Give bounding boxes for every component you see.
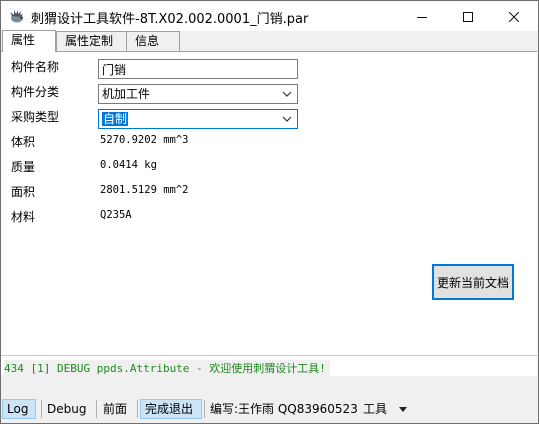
author-info: 编写:王作雨 QQ83960523 xyxy=(210,402,358,416)
purchase-type-value: 自制 xyxy=(102,112,129,126)
component-category-value: 机加工件 xyxy=(102,87,151,101)
tools-menu-label: 工具 xyxy=(363,402,388,416)
status-separator xyxy=(204,400,205,418)
status-bar: Log Debug 前面 完成退出 编写:王作雨 QQ83960523 工具 xyxy=(1,397,537,421)
log-button[interactable]: Log xyxy=(2,399,36,419)
maximize-button[interactable] xyxy=(445,2,491,31)
component-name-label: 构件名称 xyxy=(11,60,60,74)
purchase-type-select[interactable]: 自制 xyxy=(98,109,298,129)
log-output: 434 [1] DEBUG ppds.Attribute - 欢迎使用刺猬设计工… xyxy=(1,355,537,378)
chevron-down-icon[interactable] xyxy=(281,88,293,100)
purchase-type-label: 采购类型 xyxy=(11,110,60,124)
area-value: 2801.5129 mm^2 xyxy=(100,184,189,196)
area-label: 面积 xyxy=(11,185,36,199)
log-horizontal-scrollbar[interactable] xyxy=(1,376,537,396)
title-bar[interactable]: 刺猬设计工具软件-8T.X02.002.0001_门销.par xyxy=(1,1,538,31)
window-title: 刺猬设计工具软件-8T.X02.002.0001_门销.par xyxy=(31,12,309,27)
mass-label: 质量 xyxy=(11,160,36,174)
maximize-icon xyxy=(463,11,473,22)
close-icon xyxy=(509,11,519,22)
debug-button[interactable]: Debug xyxy=(43,399,90,419)
minimize-button[interactable] xyxy=(399,2,445,31)
mass-value: 0.0414 kg xyxy=(100,159,157,171)
volume-value: 5270.9202 mm^3 xyxy=(100,134,189,146)
close-button[interactable] xyxy=(491,2,537,31)
component-name-input[interactable] xyxy=(99,60,298,78)
property-panel: 构件名称 构件分类 机加工件 采购类型 自制 体积 5270.9202 mm^3… xyxy=(1,52,537,355)
material-label: 材料 xyxy=(11,210,36,224)
update-document-button[interactable]: 更新当前文档 xyxy=(432,264,514,300)
dropdown-arrow-icon xyxy=(398,406,407,412)
front-button[interactable]: 前面 xyxy=(99,399,131,419)
tools-menu[interactable]: 工具 xyxy=(359,399,411,419)
tab-attribute-custom[interactable]: 属性定制 xyxy=(56,31,136,51)
hedgehog-app-icon xyxy=(9,9,24,24)
tab-attributes[interactable]: 属性 xyxy=(2,30,56,52)
material-value: Q235A xyxy=(100,209,132,221)
tab-info[interactable]: 信息 xyxy=(126,31,180,51)
component-category-label: 构件分类 xyxy=(11,85,60,99)
status-separator xyxy=(137,400,138,418)
chevron-down-icon[interactable] xyxy=(281,113,293,125)
minimize-icon xyxy=(417,16,427,18)
finish-exit-button[interactable]: 完成退出 xyxy=(140,399,202,419)
tab-strip: 属性 属性定制 信息 xyxy=(2,30,538,52)
component-name-field[interactable] xyxy=(98,59,298,79)
status-separator xyxy=(41,400,42,418)
status-separator xyxy=(96,400,97,418)
volume-label: 体积 xyxy=(11,135,36,149)
component-category-select[interactable]: 机加工件 xyxy=(98,84,298,104)
log-line: 434 [1] DEBUG ppds.Attribute - 欢迎使用刺猬设计工… xyxy=(4,360,330,376)
